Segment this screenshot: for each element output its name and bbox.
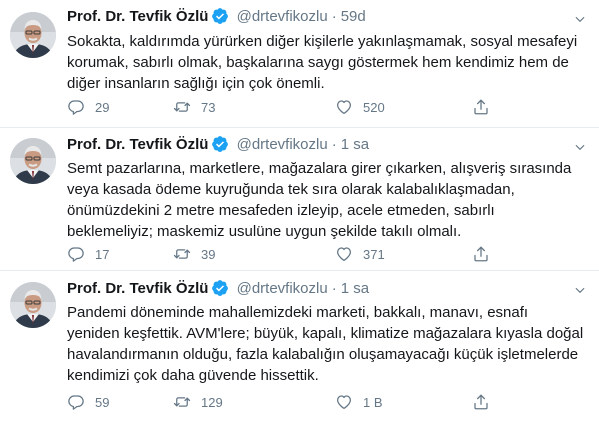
share-icon: [472, 98, 490, 116]
tweet-text-line: havalandırmanın olduğu, fazla kalabalığı…: [67, 346, 579, 363]
tweet-actions: 29 73 520: [67, 97, 599, 117]
tweet-text-line: beklemeliyiz; maskemiz usulüne uygun şek…: [67, 223, 462, 240]
separator-dot: ·: [331, 136, 337, 153]
heart-icon: [335, 98, 353, 116]
reply-count: 29: [95, 99, 110, 115]
tweet-text: Semt pazarlarına, marketlere, mağazalara…: [67, 158, 585, 242]
avatar[interactable]: [10, 282, 56, 328]
retweet-button[interactable]: 39: [173, 244, 215, 264]
reply-count: 59: [95, 394, 110, 410]
retweet-button[interactable]: 129: [173, 392, 223, 412]
retweet-count: 39: [201, 246, 216, 262]
reply-icon: [67, 245, 85, 263]
avatar[interactable]: [10, 138, 56, 184]
tweet-header: Prof. Dr. Tevfik Özlü @drtevfikozlu · 59d: [67, 7, 559, 27]
retweet-icon: [173, 245, 191, 263]
tweet-timestamp[interactable]: 1 sa: [341, 136, 369, 153]
like-count: 520: [363, 99, 385, 115]
profile-photo-icon: [10, 138, 56, 184]
like-count: 1 B: [363, 394, 383, 410]
tweet-text-line: Semt pazarlarına, marketlere, mağazalara…: [67, 160, 572, 177]
author-name[interactable]: Prof. Dr. Tevfik Özlü: [67, 280, 208, 297]
profile-photo-icon: [10, 12, 56, 58]
tweet-text-line: veya kasada ödeme kuyruğunda tek sıra ol…: [67, 181, 515, 198]
tweet-feed: Prof. Dr. Tevfik Özlü @drtevfikozlu · 59d …: [0, 0, 599, 430]
retweet-button[interactable]: 73: [173, 97, 215, 117]
retweet-count: 73: [201, 99, 216, 115]
tweet-actions: 59 129 1 B: [67, 392, 599, 412]
tweet-text: Pandemi döneminde mahallemizdeki marketi…: [67, 302, 585, 386]
chevron-down-icon[interactable]: [573, 140, 587, 154]
heart-icon: [335, 393, 353, 411]
share-icon: [472, 245, 490, 263]
reply-button[interactable]: 17: [67, 244, 109, 264]
author-name[interactable]: Prof. Dr. Tevfik Özlü: [67, 8, 208, 25]
reply-icon: [67, 393, 85, 411]
share-button[interactable]: [472, 244, 490, 264]
tweet-text-line: diğer insanların sağlığı için çok önemli…: [67, 75, 325, 92]
tweet-header: Prof. Dr. Tevfik Özlü @drtevfikozlu · 1 sa: [67, 135, 559, 155]
retweet-count: 129: [201, 394, 223, 410]
tweet[interactable]: Prof. Dr. Tevfik Özlü @drtevfikozlu · 59d …: [0, 0, 599, 128]
chevron-down-icon[interactable]: [573, 12, 587, 26]
author-handle[interactable]: @drtevfikozlu: [237, 280, 328, 297]
separator-dot: ·: [331, 8, 337, 25]
tweet-text-line: kendimizi çok daha güvende hissettik.: [67, 367, 319, 384]
chevron-down-icon[interactable]: [573, 283, 587, 297]
separator-dot: ·: [331, 280, 337, 297]
tweet-timestamp[interactable]: 59d: [341, 8, 366, 25]
profile-photo-icon: [10, 282, 56, 328]
avatar[interactable]: [10, 12, 56, 58]
verified-badge-icon: [211, 7, 229, 25]
like-count: 371: [363, 246, 385, 262]
share-button[interactable]: [472, 392, 490, 412]
reply-count: 17: [95, 246, 110, 262]
reply-icon: [67, 98, 85, 116]
tweet-text-line: yeniden keşfettik. AVM'lere; büyük, kapa…: [67, 325, 584, 342]
tweet-actions: 17 39 371: [67, 244, 599, 264]
like-button[interactable]: 371: [335, 244, 385, 264]
tweet[interactable]: Prof. Dr. Tevfik Özlü @drtevfikozlu · 1 sa…: [0, 128, 599, 271]
share-button[interactable]: [472, 97, 490, 117]
like-button[interactable]: 1 B: [335, 392, 383, 412]
author-name[interactable]: Prof. Dr. Tevfik Özlü: [67, 136, 208, 153]
author-handle[interactable]: @drtevfikozlu: [237, 136, 328, 153]
author-handle[interactable]: @drtevfikozlu: [237, 8, 328, 25]
verified-badge-icon: [211, 135, 229, 153]
verified-badge-icon: [211, 279, 229, 297]
tweet-header: Prof. Dr. Tevfik Özlü @drtevfikozlu · 1 sa: [67, 279, 559, 299]
reply-button[interactable]: 29: [67, 97, 109, 117]
heart-icon: [335, 245, 353, 263]
reply-button[interactable]: 59: [67, 392, 109, 412]
tweet-timestamp[interactable]: 1 sa: [341, 280, 369, 297]
retweet-icon: [173, 393, 191, 411]
tweet-text-line: Pandemi döneminde mahallemizdeki marketi…: [67, 304, 529, 321]
tweet-text-line: önümüzdekini 2 metre mesafeden izleyip, …: [67, 202, 495, 219]
retweet-icon: [173, 98, 191, 116]
like-button[interactable]: 520: [335, 97, 385, 117]
tweet-text-line: korumak, sabırlı olmak, başkalarına sayg…: [67, 54, 569, 71]
tweet-text: Sokakta, kaldırımda yürürken diğer kişil…: [67, 31, 585, 94]
tweet[interactable]: Prof. Dr. Tevfik Özlü @drtevfikozlu · 1 sa…: [0, 271, 599, 430]
tweet-text-line: Sokakta, kaldırımda yürürken diğer kişil…: [67, 33, 578, 50]
share-icon: [472, 393, 490, 411]
